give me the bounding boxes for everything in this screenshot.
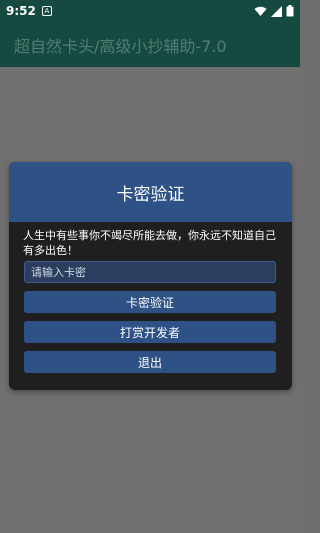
tip-developer-button[interactable]: 打赏开发者 (24, 321, 276, 343)
status-time: 9:52 (6, 4, 36, 18)
dialog-title: 卡密验证 (116, 184, 185, 205)
card-verify-dialog: 卡密验证 人生中有些事你不竭尽所能去做，你永远不知道自己有多出色！ 卡密验证 打… (9, 162, 292, 390)
signal-icon (271, 5, 282, 17)
verify-button[interactable]: 卡密验证 (24, 291, 276, 313)
exit-button[interactable]: 退出 (24, 351, 276, 373)
app-notification-icon: A (41, 6, 52, 16)
status-indicators (254, 5, 294, 17)
dialog-message: 人生中有些事你不竭尽所能去做，你永远不知道自己有多出色！ (23, 229, 276, 257)
app-title: 超自然卡头/高级小抄辅助-7.0 (14, 36, 227, 56)
wifi-icon (254, 6, 267, 16)
app-bar: 超自然卡头/高级小抄辅助-7.0 (0, 22, 300, 67)
battery-icon (286, 5, 294, 17)
card-key-input[interactable] (24, 261, 276, 283)
status-bar: 9:52 A (0, 0, 300, 22)
dialog-header: 卡密验证 (9, 162, 292, 222)
